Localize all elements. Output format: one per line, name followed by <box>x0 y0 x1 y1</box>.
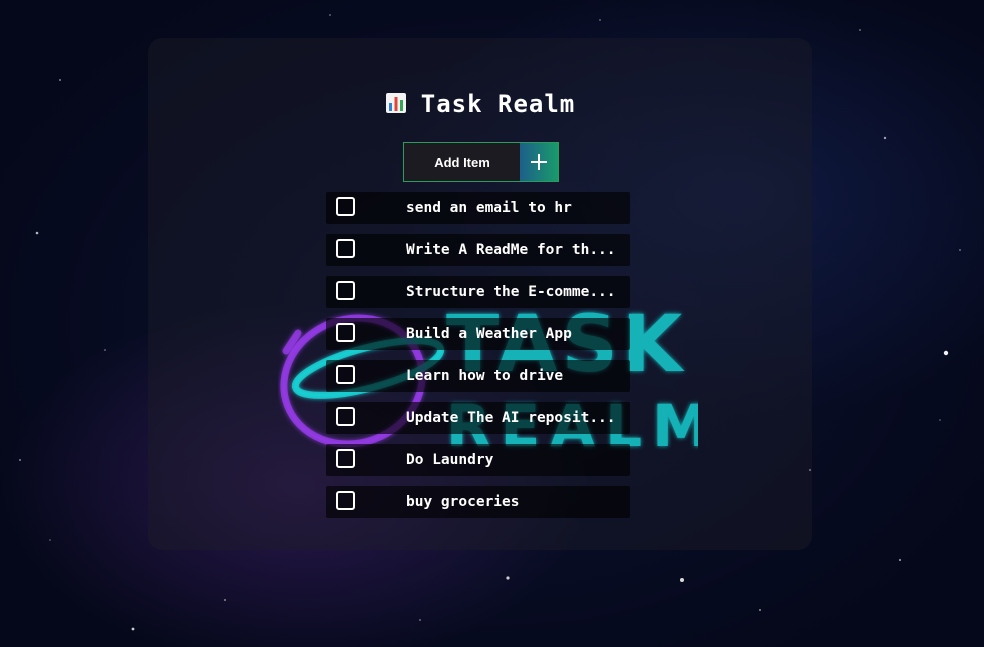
task-checkbox[interactable] <box>336 323 355 342</box>
task-item: Learn how to drive <box>326 360 630 392</box>
task-item: Build a Weather App <box>326 318 630 350</box>
add-item-button[interactable]: Add Item <box>403 142 520 182</box>
task-item: Do Laundry <box>326 444 630 476</box>
task-checkbox[interactable] <box>336 197 355 216</box>
task-checkbox[interactable] <box>336 407 355 426</box>
task-panel: TASK REALM Task Realm Add Item send an e… <box>148 38 812 550</box>
plus-icon <box>531 154 547 170</box>
task-item: Update The AI reposit... <box>326 402 630 434</box>
task-text[interactable]: Build a Weather App <box>406 318 628 350</box>
task-checkbox[interactable] <box>336 281 355 300</box>
add-item-button-label: Add Item <box>434 154 490 170</box>
add-item-control: Add Item <box>403 142 559 182</box>
add-item-plus-button[interactable] <box>520 142 559 182</box>
task-text[interactable]: Do Laundry <box>406 444 628 476</box>
task-text[interactable]: Structure the E-comme... <box>406 276 628 308</box>
task-item: Write A ReadMe for th... <box>326 234 630 266</box>
task-text[interactable]: Update The AI reposit... <box>406 402 628 434</box>
task-list: send an email to hr Write A ReadMe for t… <box>326 192 630 528</box>
page-title: Task Realm <box>148 90 812 118</box>
task-item: send an email to hr <box>326 192 630 224</box>
task-text[interactable]: send an email to hr <box>406 192 628 224</box>
bar-chart-icon <box>385 93 406 113</box>
task-checkbox[interactable] <box>336 449 355 468</box>
task-checkbox[interactable] <box>336 365 355 384</box>
task-checkbox[interactable] <box>336 239 355 258</box>
task-text[interactable]: Learn how to drive <box>406 360 628 392</box>
task-item: Structure the E-comme... <box>326 276 630 308</box>
task-text[interactable]: Write A ReadMe for th... <box>406 234 628 266</box>
page-title-text: Task Realm <box>420 90 576 118</box>
task-item: buy groceries <box>326 486 630 518</box>
task-checkbox[interactable] <box>336 491 355 510</box>
task-text[interactable]: buy groceries <box>406 486 628 518</box>
